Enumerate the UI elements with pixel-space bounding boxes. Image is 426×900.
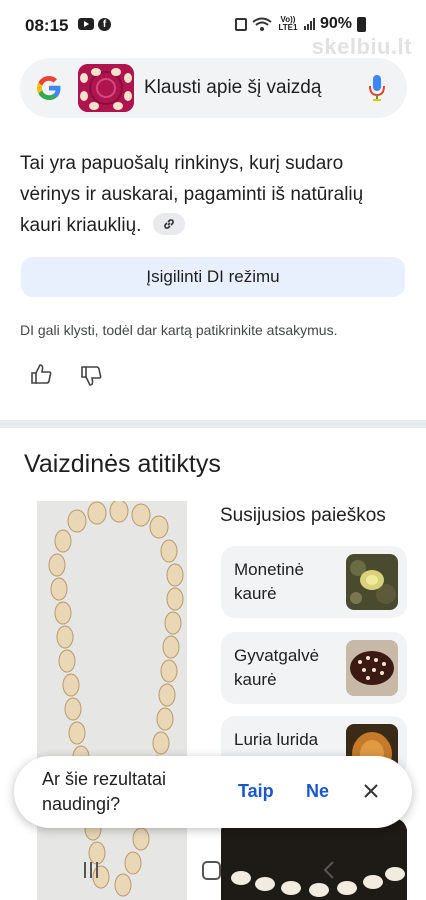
feedback-yes-button[interactable]: Taip (238, 781, 274, 802)
network-type: Vo)) LTE1 (278, 15, 298, 32)
related-search-card[interactable]: Gyvatgalvė kaurė (221, 632, 407, 704)
query-image (78, 64, 134, 112)
related-search-label: Gyvatgalvė kaurė (234, 646, 320, 689)
deep-dive-ai-mode-button[interactable]: Įsigilinti DI režimu (21, 257, 405, 297)
home-button[interactable] (202, 861, 221, 880)
source-link-chip[interactable] (152, 212, 185, 235)
status-app-icons: f (78, 18, 111, 31)
close-icon[interactable] (362, 782, 380, 800)
youtube-notification-icon (78, 18, 94, 30)
related-searches-title: Susijusios paieškos (220, 505, 386, 526)
query-image-thumbnail[interactable] (78, 64, 134, 112)
visual-matches-title: Vaizdinės atitiktys (24, 450, 221, 478)
link-icon (163, 219, 174, 229)
signal-icon (303, 18, 315, 30)
ai-answer-body: Tai yra papuošalų rinkinys, kurį sudaro … (20, 153, 364, 236)
ai-disclaimer: DI gali klysti, todėl dar kartą patikrin… (20, 322, 338, 338)
status-right: Vo)) LTE1 90% (234, 15, 366, 33)
google-logo-icon (37, 76, 61, 100)
ai-answer-text: Tai yra papuošalų rinkinys, kurį sudaro … (20, 148, 408, 241)
back-button[interactable] (322, 860, 336, 880)
battery-icon (357, 16, 366, 32)
lock-icon (234, 17, 247, 31)
facebook-notification-icon: f (98, 18, 111, 31)
battery-percent: 90% (319, 15, 352, 32)
system-nav-bar (0, 840, 426, 900)
related-search-thumbnail (346, 554, 398, 610)
feedback-no-button[interactable]: Ne (306, 781, 329, 802)
thumbs-down-icon[interactable] (80, 365, 102, 387)
mic-icon[interactable] (368, 74, 386, 102)
lens-search-bar[interactable]: Klausti apie šį vaizdą (20, 58, 407, 118)
watermark: skelbiu.lt (311, 34, 412, 59)
related-search-label: Luria lurida (234, 730, 319, 749)
wifi-icon (252, 17, 272, 31)
section-divider (0, 420, 426, 428)
related-search-thumbnail (346, 640, 398, 696)
related-search-label: Monetinė kaurė (234, 560, 304, 603)
feedback-question: Ar šie rezultatai naudingi? (42, 769, 167, 814)
recent-apps-button[interactable] (84, 862, 98, 878)
feedback-prompt: Ar šie rezultatai naudingi? Taip Ne (14, 756, 412, 828)
thumbs-up-icon[interactable] (30, 363, 52, 385)
status-time: 08:15 (25, 16, 69, 35)
search-placeholder[interactable]: Klausti apie šį vaizdą (144, 77, 321, 99)
related-search-card[interactable]: Monetinė kaurė (221, 546, 407, 618)
